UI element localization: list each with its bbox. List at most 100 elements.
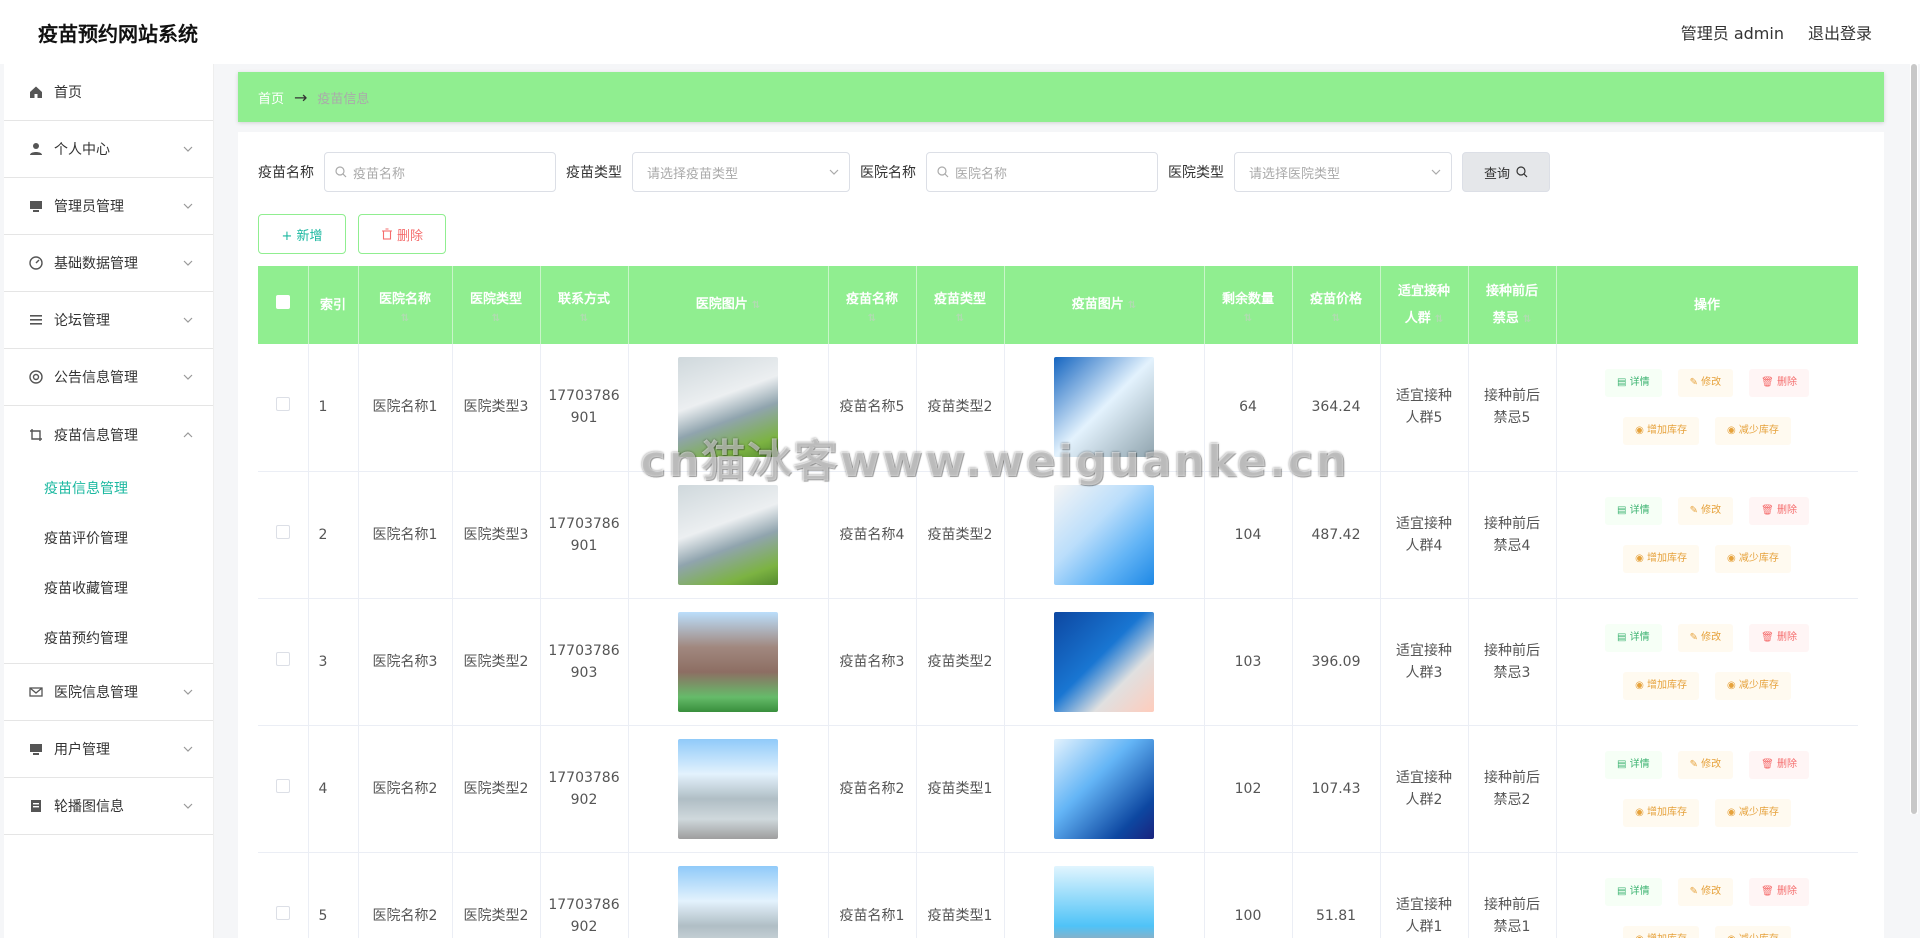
edit-button[interactable]: ✎ 修改 — [1677, 369, 1734, 398]
row-select-cell[interactable] — [258, 344, 309, 472]
vaccine-image[interactable] — [1054, 357, 1154, 458]
table-row: 2 医院名称1 医院类型3 17703786 901 疫苗名称4 疫苗类型2 104 487.4… — [258, 471, 1858, 599]
sort-icon[interactable]: ⇅ — [752, 300, 760, 311]
edit-button[interactable]: ✎ 修改 — [1677, 623, 1734, 652]
row-delete-button[interactable]: 🗑 删除 — [1749, 623, 1810, 652]
row-delete-button[interactable]: 🗑 删除 — [1749, 369, 1810, 398]
col-hospital-type[interactable]: 医院类型 ⇅ — [452, 266, 541, 344]
sidebar-item-basic-data[interactable]: 基础数据管理 — [4, 235, 213, 292]
query-button[interactable]: 查询 — [1462, 152, 1550, 192]
col-vaccine-name[interactable]: 疫苗名称 ⇅ — [828, 266, 917, 344]
select-all-checkbox[interactable] — [275, 294, 290, 309]
row-checkbox[interactable] — [275, 651, 290, 666]
vaccine-image[interactable] — [1054, 611, 1154, 712]
add-stock-button[interactable]: ◉ 增加库存 — [1623, 671, 1699, 700]
detail-button[interactable]: ▤ 详情 — [1604, 369, 1662, 398]
select-all-cell[interactable] — [258, 266, 309, 344]
reduce-stock-button[interactable]: ◉ 减少库存 — [1715, 925, 1791, 938]
add-button[interactable]: + 新增 — [258, 214, 346, 254]
sidebar-item-hospital-info[interactable]: 医院信息管理 — [4, 664, 213, 721]
row-delete-button[interactable]: 🗑 删除 — [1749, 877, 1810, 906]
col-contact[interactable]: 联系方式 ⇅ — [540, 266, 629, 344]
col-price[interactable]: 疫苗价格 ⇅ — [1292, 266, 1381, 344]
sort-icon[interactable]: ⇅ — [541, 313, 628, 325]
submenu-item-vaccine-favorite[interactable]: 疫苗收藏管理 — [4, 563, 213, 613]
add-stock-button[interactable]: ◉ 增加库存 — [1623, 798, 1699, 827]
vaccine-image[interactable] — [1054, 738, 1154, 839]
sidebar-item-personal-center[interactable]: 个人中心 — [4, 121, 213, 178]
sidebar-item-announcement[interactable]: 公告信息管理 — [4, 349, 213, 406]
row-checkbox[interactable] — [275, 905, 290, 920]
sidebar-item-user-management[interactable]: 用户管理 — [4, 721, 213, 778]
add-stock-button[interactable]: ◉ 增加库存 — [1623, 544, 1699, 573]
submenu-item-vaccine-booking[interactable]: 疫苗预约管理 — [4, 613, 213, 663]
sidebar-item-vaccine-info[interactable]: 疫苗信息管理 — [4, 406, 213, 463]
row-select-cell[interactable] — [258, 852, 309, 938]
hospital-image[interactable] — [678, 738, 778, 839]
hospital-image[interactable] — [678, 865, 778, 938]
cell-vaccine-image — [1004, 344, 1205, 472]
row-select-cell[interactable] — [258, 471, 309, 599]
add-stock-button[interactable]: ◉ 增加库存 — [1623, 417, 1699, 446]
sidebar-item-home[interactable]: 首页 — [4, 64, 213, 121]
search-icon — [335, 166, 347, 178]
hospital-image[interactable] — [678, 357, 778, 458]
hospital-image[interactable] — [678, 484, 778, 585]
sidebar-item-carousel[interactable]: 轮播图信息 — [4, 778, 213, 835]
vaccine-image[interactable] — [1054, 484, 1154, 585]
page-scrollbar[interactable] — [1910, 64, 1918, 814]
scrollbar-thumb[interactable] — [1911, 64, 1917, 814]
row-select-cell[interactable] — [258, 598, 309, 726]
col-remaining[interactable]: 剩余数量 ⇅ — [1204, 266, 1293, 344]
top-right-actions: 管理员 admin 退出登录 — [1681, 20, 1872, 44]
submenu-item-vaccine-info[interactable]: 疫苗信息管理 — [4, 463, 213, 513]
sort-icon[interactable]: ⇅ — [1293, 313, 1380, 325]
sort-icon[interactable]: ⇅ — [829, 313, 916, 325]
row-delete-button[interactable]: 🗑 删除 — [1749, 750, 1810, 779]
detail-button[interactable]: ▤ 详情 — [1604, 496, 1662, 525]
col-suitable[interactable]: 适宜接种 人群 ⇅ — [1380, 266, 1469, 344]
sort-icon[interactable]: ⇅ — [359, 313, 452, 325]
logout-link[interactable]: 退出登录 — [1808, 20, 1872, 44]
edit-button[interactable]: ✎ 修改 — [1677, 750, 1734, 779]
edit-button[interactable]: ✎ 修改 — [1677, 877, 1734, 906]
hospital-name-input[interactable]: 医院名称 — [926, 152, 1158, 192]
edit-button[interactable]: ✎ 修改 — [1677, 496, 1734, 525]
vaccine-type-select[interactable]: 请选择疫苗类型 — [632, 152, 850, 192]
sidebar-item-forum[interactable]: 论坛管理 — [4, 292, 213, 349]
row-select-cell[interactable] — [258, 725, 309, 853]
row-checkbox[interactable] — [275, 524, 290, 539]
row-delete-button[interactable]: 🗑 删除 — [1749, 496, 1810, 525]
col-taboo[interactable]: 接种前后 禁忌 ⇅ — [1468, 266, 1557, 344]
detail-button[interactable]: ▤ 详情 — [1604, 877, 1662, 906]
hospital-image[interactable] — [678, 611, 778, 712]
sort-icon[interactable]: ⇅ — [1523, 314, 1531, 325]
sort-icon[interactable]: ⇅ — [1205, 313, 1292, 325]
row-checkbox[interactable] — [275, 778, 290, 793]
delete-button[interactable]: 删除 — [358, 214, 446, 254]
cell-hospital-name: 医院名称2 — [358, 725, 453, 853]
add-stock-button[interactable]: ◉ 增加库存 — [1623, 925, 1699, 938]
vaccine-image[interactable] — [1054, 865, 1154, 938]
sort-icon[interactable]: ⇅ — [453, 313, 540, 325]
sort-icon[interactable]: ⇅ — [1128, 300, 1136, 311]
col-vaccine-image[interactable]: 疫苗图片 ⇅ — [1004, 266, 1205, 344]
sort-icon[interactable]: ⇅ — [917, 313, 1004, 325]
col-vaccine-type[interactable]: 疫苗类型 ⇅ — [916, 266, 1005, 344]
detail-button[interactable]: ▤ 详情 — [1604, 623, 1662, 652]
col-hospital-name[interactable]: 医院名称 ⇅ — [358, 266, 453, 344]
vaccine-name-input[interactable]: 疫苗名称 — [324, 152, 556, 192]
reduce-stock-button[interactable]: ◉ 减少库存 — [1715, 671, 1791, 700]
row-checkbox[interactable] — [275, 397, 290, 412]
trash-icon — [381, 228, 392, 240]
sort-icon[interactable]: ⇅ — [1435, 314, 1443, 325]
sidebar-item-admin-management[interactable]: 管理员管理 — [4, 178, 213, 235]
reduce-stock-button[interactable]: ◉ 减少库存 — [1715, 417, 1791, 446]
reduce-stock-button[interactable]: ◉ 减少库存 — [1715, 798, 1791, 827]
detail-button[interactable]: ▤ 详情 — [1604, 750, 1662, 779]
submenu-item-vaccine-review[interactable]: 疫苗评价管理 — [4, 513, 213, 563]
breadcrumb-home[interactable]: 首页 — [258, 88, 284, 107]
hospital-type-select[interactable]: 请选择医院类型 — [1234, 152, 1452, 192]
reduce-stock-button[interactable]: ◉ 减少库存 — [1715, 544, 1791, 573]
col-hospital-image[interactable]: 医院图片 ⇅ — [628, 266, 829, 344]
